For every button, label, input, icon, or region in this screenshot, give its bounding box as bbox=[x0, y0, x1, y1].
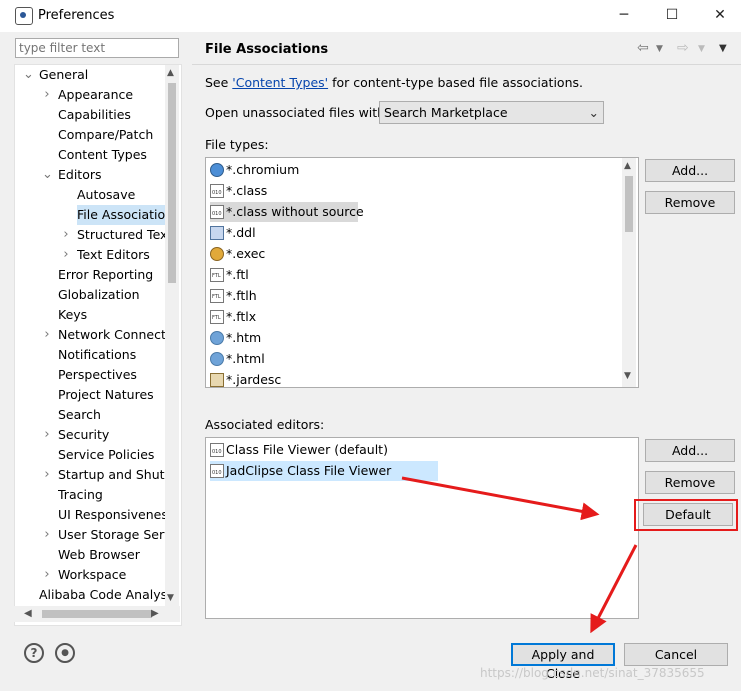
arrow-to-apply bbox=[590, 544, 638, 634]
background-window-edge bbox=[741, 32, 749, 691]
arrow-to-default bbox=[401, 476, 600, 521]
help-icon[interactable]: ? bbox=[24, 643, 44, 663]
annotation-arrows bbox=[401, 476, 638, 634]
apply-and-close-button[interactable]: Apply and Close bbox=[511, 643, 615, 681]
preferences-window: Preferences ─ ☐ ✕ ▲ ▼ ⌄General›Appearanc… bbox=[0, 0, 749, 691]
info-icon[interactable]: ● bbox=[55, 643, 75, 663]
watermark: https://blog.csdn.net/sinat_37835655 bbox=[480, 666, 705, 680]
cancel-button[interactable]: Cancel bbox=[624, 643, 728, 666]
